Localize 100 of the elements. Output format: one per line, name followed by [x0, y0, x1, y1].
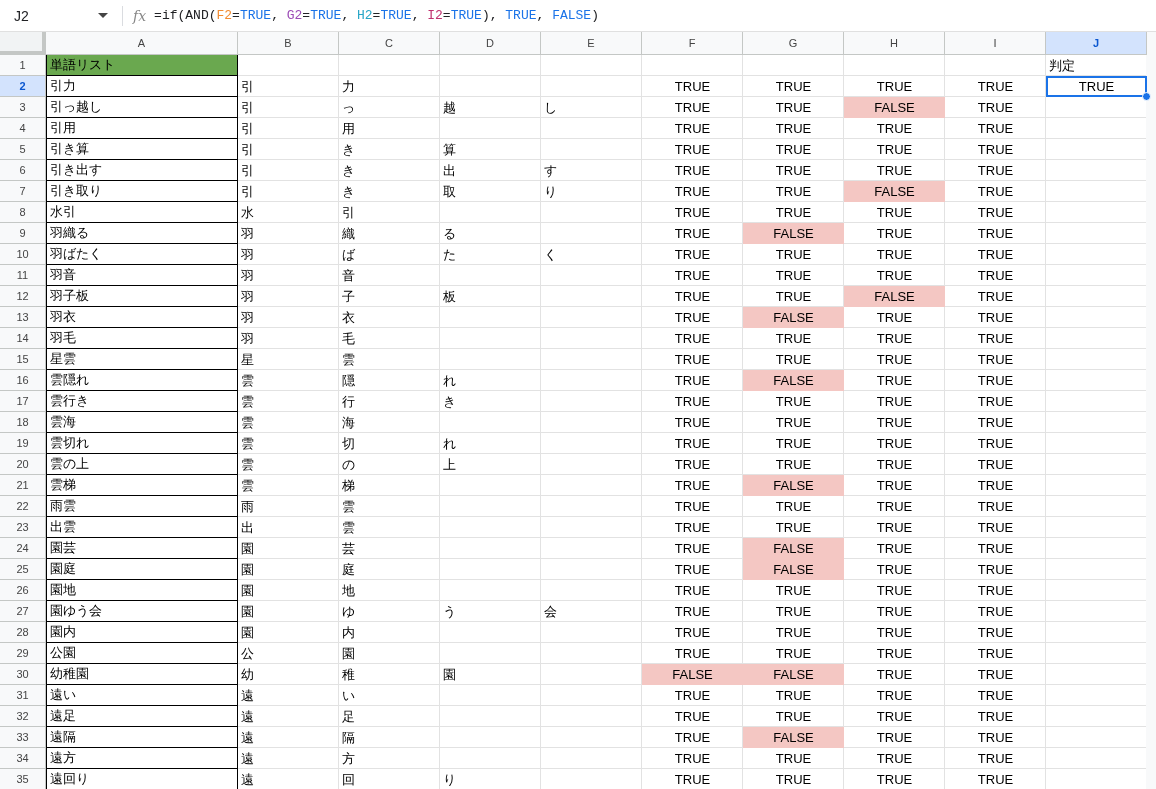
row-number[interactable]: 30 — [0, 664, 46, 685]
formula-text[interactable]: =if(AND(F2=TRUE, G2=TRUE, H2=TRUE, I2=TRUE), TRUE, FALSE) — [154, 8, 599, 23]
column-header[interactable]: H — [844, 32, 945, 55]
row-number[interactable]: 12 — [0, 286, 46, 307]
row-number[interactable]: 4 — [0, 118, 46, 139]
value-cell-text: TRUE — [673, 120, 712, 138]
word-cell: 遠方 — [46, 748, 238, 769]
highlighted-value-cell: FALSE — [743, 223, 844, 244]
value-cell-text: TRUE — [976, 414, 1015, 432]
row-number[interactable]: 25 — [0, 559, 46, 580]
column-header[interactable]: C — [339, 32, 440, 55]
column-header[interactable]: I — [945, 32, 1046, 55]
character-text: 出 — [241, 518, 254, 537]
column-header[interactable]: D — [440, 32, 541, 55]
word-cell: 引き取り — [46, 181, 238, 202]
character-text: 力 — [342, 77, 355, 96]
row-number[interactable]: 2 — [0, 76, 46, 97]
row-number[interactable]: 9 — [0, 223, 46, 244]
row-number[interactable]: 35 — [0, 769, 46, 789]
row-number[interactable]: 3 — [0, 97, 46, 118]
row-number[interactable]: 13 — [0, 307, 46, 328]
character-text: 引 — [241, 98, 254, 117]
value-cell-text: TRUE — [976, 603, 1015, 621]
character-text: 梯 — [342, 476, 355, 495]
column-header[interactable]: B — [238, 32, 339, 55]
row-number[interactable]: 29 — [0, 643, 46, 664]
value-cell-text: TRUE — [774, 204, 813, 222]
word-cell: 出雲 — [46, 517, 238, 538]
fill-handle[interactable] — [1142, 92, 1151, 101]
character-text: 雲 — [241, 434, 254, 453]
character-text: 園 — [241, 602, 254, 621]
row-number[interactable]: 16 — [0, 370, 46, 391]
value-cell-text: TRUE — [976, 141, 1015, 159]
value-cell-text: TRUE — [774, 267, 813, 285]
row-number[interactable]: 10 — [0, 244, 46, 265]
row-number[interactable]: 34 — [0, 748, 46, 769]
value-cell-text: TRUE — [673, 750, 712, 768]
name-box[interactable]: J2 — [0, 7, 118, 24]
value-cell-text: TRUE — [875, 624, 914, 642]
character-text: 方 — [342, 749, 355, 768]
row-number[interactable]: 17 — [0, 391, 46, 412]
word-cell: 雲切れ — [46, 433, 238, 454]
row-number[interactable]: 23 — [0, 517, 46, 538]
column-header[interactable]: G — [743, 32, 844, 55]
character-text: 芸 — [342, 539, 355, 558]
value-cell-text: TRUE — [673, 498, 712, 516]
value-cell-text: TRUE — [875, 582, 914, 600]
value-cell-text: TRUE — [875, 666, 914, 684]
character-text: 雲 — [241, 371, 254, 390]
column-header[interactable]: E — [541, 32, 642, 55]
character-text: 園 — [241, 623, 254, 642]
row-number[interactable]: 7 — [0, 181, 46, 202]
row-number[interactable]: 21 — [0, 475, 46, 496]
row-number[interactable]: 27 — [0, 601, 46, 622]
row-number[interactable]: 20 — [0, 454, 46, 475]
word-cell: 公園 — [46, 643, 238, 664]
column-header[interactable]: A — [46, 32, 238, 55]
value-cell-text: TRUE — [673, 372, 712, 390]
selected-cell[interactable]: TRUE — [1046, 76, 1147, 97]
character-text: 板 — [443, 287, 456, 306]
row-number[interactable]: 24 — [0, 538, 46, 559]
row-number[interactable]: 19 — [0, 433, 46, 454]
value-cell-text: TRUE — [673, 414, 712, 432]
row-number[interactable]: 26 — [0, 580, 46, 601]
value-cell-text: TRUE — [976, 687, 1015, 705]
row-number[interactable]: 1 — [0, 55, 46, 76]
row-number[interactable]: 18 — [0, 412, 46, 433]
character-text: 羽 — [241, 266, 254, 285]
row-number[interactable]: 32 — [0, 706, 46, 727]
row-number[interactable]: 6 — [0, 160, 46, 181]
column-header[interactable]: F — [642, 32, 743, 55]
word-cell: 遠隔 — [46, 727, 238, 748]
word-cell: 羽織る — [46, 223, 238, 244]
highlighted-value-cell: FALSE — [743, 307, 844, 328]
row-number[interactable]: 22 — [0, 496, 46, 517]
row-number[interactable]: 33 — [0, 727, 46, 748]
row-number[interactable]: 15 — [0, 349, 46, 370]
character-text: 出 — [443, 161, 456, 180]
value-cell-text: TRUE — [673, 267, 712, 285]
character-text: 足 — [342, 707, 355, 726]
caret-icon — [98, 13, 108, 18]
word-cell: 遠い — [46, 685, 238, 706]
value-cell-text: TRUE — [976, 78, 1015, 96]
value-cell-text: TRUE — [774, 519, 813, 537]
row-number[interactable]: 8 — [0, 202, 46, 223]
character-text: 織 — [342, 224, 355, 243]
character-text: 引 — [241, 161, 254, 180]
value-cell-text: TRUE — [673, 519, 712, 537]
row-number[interactable]: 28 — [0, 622, 46, 643]
value-cell-text: TRUE — [774, 435, 813, 453]
column-header[interactable]: J — [1046, 32, 1147, 55]
value-cell-text: TRUE — [976, 540, 1015, 558]
row-number[interactable]: 31 — [0, 685, 46, 706]
value-cell-text: TRUE — [976, 582, 1015, 600]
row-number[interactable]: 11 — [0, 265, 46, 286]
character-text: 衣 — [342, 308, 355, 327]
row-number[interactable]: 5 — [0, 139, 46, 160]
row-number[interactable]: 14 — [0, 328, 46, 349]
character-text: 羽 — [241, 224, 254, 243]
value-cell-text: TRUE — [673, 561, 712, 579]
